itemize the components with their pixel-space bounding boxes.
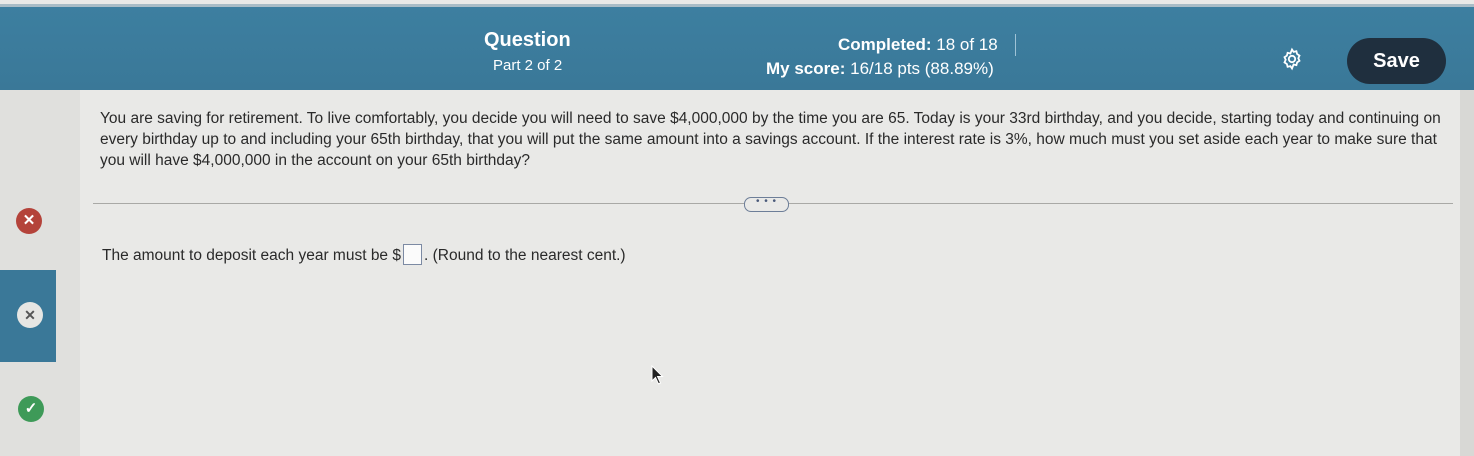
question-text: You are saving for retirement. To live c… — [100, 110, 1441, 169]
score-status: My score: 16/18 pts (88.89%) — [766, 59, 994, 79]
x-icon[interactable]: ✕ — [16, 208, 42, 234]
header-bar: Question Part 2 of 2 Completed: 18 of 18… — [0, 4, 1474, 90]
expand-more-button[interactable]: • • • — [744, 197, 789, 212]
answer-prompt: The amount to deposit each year must be … — [102, 247, 401, 264]
question-title: Question — [484, 29, 571, 51]
save-button[interactable]: Save — [1347, 38, 1446, 84]
x-icon[interactable]: ✕ — [17, 302, 43, 328]
answer-row: The amount to deposit each year must be … — [102, 244, 626, 265]
completed-value: 18 of 18 — [936, 35, 998, 54]
score-value: 16/18 pts (88.89%) — [850, 59, 994, 78]
question-part: Part 2 of 2 — [493, 57, 563, 74]
gear-icon[interactable] — [1280, 47, 1304, 71]
answer-instruction: . (Round to the nearest cent.) — [423, 247, 626, 264]
answer-input[interactable] — [402, 244, 422, 265]
completed-status: Completed: 18 of 18 — [838, 35, 998, 55]
check-icon[interactable]: ✓ — [18, 396, 44, 422]
header-divider — [1015, 34, 1016, 56]
score-label: My score: — [766, 59, 846, 78]
scrollbar-track[interactable] — [1460, 90, 1474, 456]
completed-label: Completed: — [838, 35, 932, 54]
mouse-cursor-icon — [651, 365, 664, 385]
